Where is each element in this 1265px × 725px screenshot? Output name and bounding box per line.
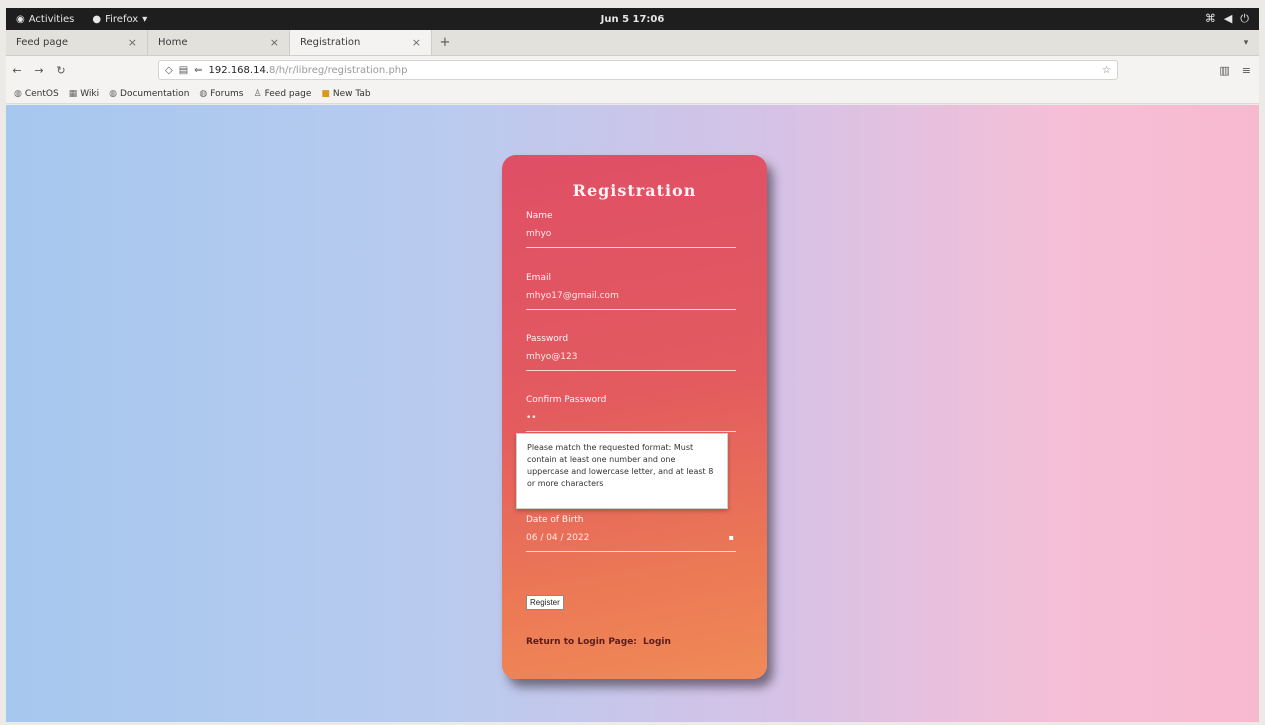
bookmark-label: CentOS <box>24 88 59 99</box>
network-icon: ⌘ <box>1204 12 1216 25</box>
page-info-icon[interactable]: ▤ <box>179 65 188 76</box>
tab-label: Registration <box>300 37 361 48</box>
input-underline <box>526 370 736 371</box>
url-host: 192.168.14. <box>208 64 269 76</box>
firefox-icon: ● <box>92 13 102 25</box>
bookmark-label: Feed page <box>264 88 312 99</box>
dob-field[interactable]: Date of Birth 06 / 04 / 2022 ▪ <box>526 515 736 552</box>
calendar-icon[interactable]: ▪ <box>729 533 734 542</box>
page-content: Registration Name mhyo Email mhyo17@gmai… <box>6 105 1259 722</box>
email-input[interactable]: mhyo17@gmail.com <box>526 291 736 303</box>
bookmark-label: New Tab <box>332 88 371 99</box>
globe-icon: ◍ <box>109 88 118 99</box>
tab-strip: Feed page × Home × Registration × + ▾ <box>6 30 1259 56</box>
bookmark-documentation[interactable]: ◍ Documentation <box>109 89 189 99</box>
close-icon[interactable]: × <box>270 36 279 49</box>
list-all-tabs-button[interactable]: ▾ <box>1233 30 1259 55</box>
system-top-bar: ◉ Activities ● Firefox ▾ Jun 5 17:06 ⌘ ◀… <box>6 8 1259 30</box>
tab-feed-page[interactable]: Feed page × <box>6 30 148 55</box>
name-input[interactable]: mhyo <box>526 229 736 241</box>
input-underline <box>526 551 736 552</box>
clock[interactable]: Jun 5 17:06 <box>6 14 1259 25</box>
name-field[interactable]: Name mhyo <box>526 211 736 248</box>
forward-button[interactable]: → <box>28 64 50 77</box>
back-button[interactable]: ← <box>6 64 28 77</box>
login-link[interactable]: Login <box>643 637 671 647</box>
shield-icon[interactable]: ◇ <box>165 65 173 76</box>
bookmark-label: Forums <box>210 88 244 99</box>
page-icon: ▦ <box>68 88 78 99</box>
bookmark-label: Documentation <box>120 88 190 99</box>
tab-registration[interactable]: Registration × <box>290 30 432 55</box>
page-title: Registration <box>572 181 697 200</box>
bookmark-label: Wiki <box>80 88 100 99</box>
bookmark-forums[interactable]: ◍ Forums <box>199 89 243 99</box>
dob-input[interactable]: 06 / 04 / 2022 <box>526 533 736 545</box>
power-icon: ⏻ <box>1240 12 1249 25</box>
globe-icon: ◍ <box>199 88 208 99</box>
return-to-login: Return to Login Page: Login <box>526 637 671 647</box>
close-icon[interactable]: × <box>412 36 421 49</box>
tab-label: Home <box>158 37 188 48</box>
tab-home[interactable]: Home × <box>148 30 290 55</box>
password-input[interactable]: mhyo@123 <box>526 352 736 364</box>
url-path: 8/h/r/libreg/registration.php <box>268 64 408 76</box>
email-field[interactable]: Email mhyo17@gmail.com <box>526 273 736 310</box>
activities-label: Activities <box>28 13 75 25</box>
chevron-down-icon: ▾ <box>142 13 148 25</box>
bookmark-feed-page[interactable]: ♙ Feed page <box>254 89 312 99</box>
insecure-icon[interactable]: ⇐ <box>194 65 202 76</box>
volume-icon: ◀ <box>1223 12 1233 25</box>
confirm-password-input[interactable]: •• <box>526 413 736 425</box>
bookmarks-toolbar: ◍ CentOS ▦ Wiki ◍ Documentation ◍ Forums… <box>6 84 1259 104</box>
input-underline <box>526 431 736 432</box>
reload-button[interactable]: ↻ <box>50 64 72 77</box>
password-field[interactable]: Password mhyo@123 <box>526 334 736 371</box>
hamburger-menu-icon[interactable]: ≡ <box>1242 64 1251 77</box>
navigation-toolbar: ← → ↻ ◇ ▤ ⇐ 192.168.14. 8/h/r/libreg/reg… <box>6 56 1259 84</box>
close-icon[interactable]: × <box>128 36 137 49</box>
bookmark-new-tab[interactable]: ■ New Tab <box>321 89 370 99</box>
app-menu[interactable]: ● Firefox ▾ <box>92 14 147 25</box>
extensions-icon[interactable]: ▥ <box>1219 64 1229 77</box>
validation-tooltip: Please match the requested format: Must … <box>516 433 728 509</box>
bookmark-star-icon[interactable]: ☆ <box>1102 65 1111 76</box>
input-underline <box>526 309 736 310</box>
bookmark-wiki[interactable]: ▦ Wiki <box>69 89 99 99</box>
dob-label: Date of Birth <box>526 515 584 525</box>
register-button[interactable]: Register <box>526 595 564 610</box>
confirm-password-label: Confirm Password <box>526 395 607 405</box>
new-tab-button[interactable]: + <box>432 30 458 55</box>
activities-icon: ◉ <box>16 13 25 25</box>
tab-label: Feed page <box>16 37 69 48</box>
folder-icon: ■ <box>321 88 330 99</box>
system-tray[interactable]: ⌘ ◀ ⏻ <box>1205 12 1249 26</box>
person-icon: ♙ <box>253 88 262 99</box>
return-text: Return to Login Page: <box>526 637 637 647</box>
registration-card: Registration Name mhyo Email mhyo17@gmai… <box>502 155 767 679</box>
password-label: Password <box>526 334 569 344</box>
confirm-password-field[interactable]: Confirm Password •• <box>526 395 736 432</box>
app-menu-label: Firefox <box>105 13 139 25</box>
email-label: Email <box>526 273 551 283</box>
address-bar[interactable]: ◇ ▤ ⇐ 192.168.14. 8/h/r/libreg/registrat… <box>158 60 1118 80</box>
globe-icon: ◍ <box>14 88 22 99</box>
bookmark-centos[interactable]: ◍ CentOS <box>14 89 59 99</box>
input-underline <box>526 247 736 248</box>
activities-button[interactable]: ◉ Activities <box>16 14 74 25</box>
name-label: Name <box>526 211 553 221</box>
